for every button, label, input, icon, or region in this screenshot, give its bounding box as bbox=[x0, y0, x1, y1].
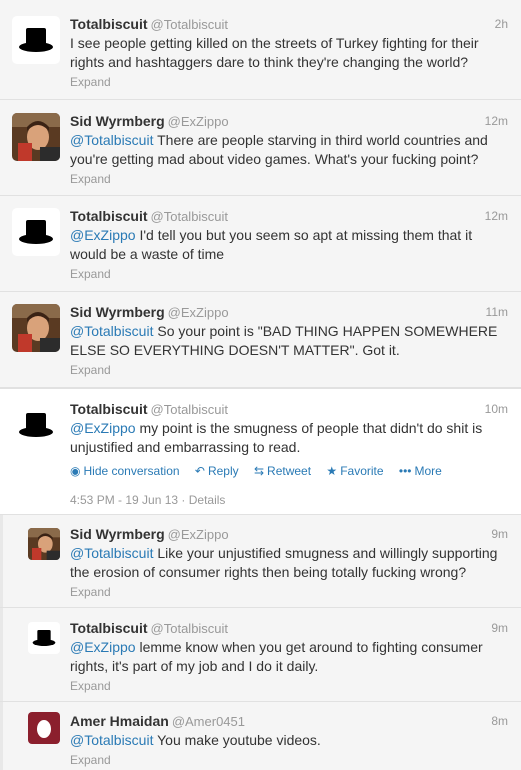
favorite-button[interactable]: ★ Favorite bbox=[326, 464, 383, 478]
author-name[interactable]: Sid Wyrmberg bbox=[70, 526, 165, 542]
avatar-photo[interactable] bbox=[12, 304, 60, 352]
avatar-top-hat[interactable] bbox=[28, 622, 60, 654]
reply-thread-bar bbox=[0, 515, 3, 607]
tweet-timestamp[interactable]: 8m bbox=[491, 712, 508, 730]
tweet-timestamp[interactable]: 11m bbox=[486, 303, 508, 321]
hide-conversation-button[interactable]: ◉ Hide conversation bbox=[70, 464, 180, 478]
tweet-text: @ExZippo lemme know when you get around … bbox=[70, 638, 511, 676]
tweet[interactable]: Totalbiscuit @Totalbiscuit 2h I see people… bbox=[0, 0, 521, 100]
tweet-timestamp[interactable]: 9m bbox=[491, 525, 508, 543]
author-name[interactable]: Amer Hmaidan bbox=[70, 713, 169, 729]
author-handle[interactable]: @Amer0451 bbox=[172, 714, 245, 729]
expand-link[interactable]: Expand bbox=[70, 171, 511, 187]
tweet[interactable]: Sid Wyrmberg @ExZippo 12m @Totalbiscuit Th… bbox=[0, 100, 521, 196]
author-name[interactable]: Totalbiscuit bbox=[70, 208, 148, 224]
expand-link[interactable]: Expand bbox=[70, 752, 511, 768]
avatar-top-hat[interactable] bbox=[12, 401, 60, 449]
author-name[interactable]: Sid Wyrmberg bbox=[70, 113, 165, 129]
reply-arrow-icon: ↶ bbox=[194, 464, 205, 478]
mention-link[interactable]: @ExZippo bbox=[70, 420, 136, 436]
author-handle[interactable]: @Totalbiscuit bbox=[151, 621, 229, 636]
retweet-button[interactable]: ⇆ Retweet bbox=[254, 464, 311, 478]
star-icon: ★ bbox=[326, 464, 338, 478]
mention-link[interactable]: @Totalbiscuit bbox=[70, 323, 153, 339]
tweet-text: @ExZippo my point is the smugness of peo… bbox=[70, 419, 511, 457]
mention-link[interactable]: @Totalbiscuit bbox=[70, 732, 153, 748]
tweet-timestamp[interactable]: 2h bbox=[495, 15, 508, 33]
author-handle[interactable]: @ExZippo bbox=[168, 114, 229, 129]
tweet-text: @Totalbiscuit There are people starving … bbox=[70, 131, 511, 169]
favorite-label: Favorite bbox=[340, 464, 384, 478]
author-name[interactable]: Totalbiscuit bbox=[70, 401, 148, 417]
tweet-text: @Totalbiscuit Like your unjustified smug… bbox=[70, 544, 511, 582]
tweet-timestamp[interactable]: 9m bbox=[491, 619, 508, 637]
tweet-body: I see people getting killed on the stree… bbox=[70, 35, 479, 70]
tweet-text: @Totalbiscuit So your point is "BAD THIN… bbox=[70, 322, 511, 360]
mention-link[interactable]: @ExZippo bbox=[70, 227, 136, 243]
tweet-text: @ExZippo I'd tell you but you seem so ap… bbox=[70, 226, 511, 264]
tweet-timestamp[interactable]: 12m bbox=[485, 207, 508, 225]
author-name[interactable]: Totalbiscuit bbox=[70, 620, 148, 636]
retweet-icon: ⇆ bbox=[253, 464, 265, 478]
author-handle[interactable]: @ExZippo bbox=[168, 305, 229, 320]
reply-tweet[interactable]: Sid Wyrmberg @ExZippo 9m @Totalbiscuit Lik… bbox=[0, 515, 521, 608]
tweet-meta-details[interactable]: 4:53 PM - 19 Jun 13 · Details bbox=[70, 493, 511, 507]
avatar-photo[interactable] bbox=[28, 528, 60, 560]
mention-link[interactable]: @ExZippo bbox=[70, 639, 136, 655]
expand-link[interactable]: Expand bbox=[70, 266, 511, 282]
tweet-text: @Totalbiscuit You make youtube videos. bbox=[70, 731, 511, 750]
author-handle[interactable]: @Totalbiscuit bbox=[151, 402, 229, 417]
retweet-label: Retweet bbox=[267, 464, 312, 478]
more-dots-icon: ••• bbox=[398, 464, 412, 478]
expand-link[interactable]: Expand bbox=[70, 362, 511, 378]
tweet-text: I see people getting killed on the stree… bbox=[70, 34, 511, 72]
reply-tweet[interactable]: Totalbiscuit @Totalbiscuit 9m @ExZippo lem… bbox=[0, 608, 521, 702]
tweet-actions: ◉ Hide conversation ↶ Reply ⇆ Retweet ★ Favo… bbox=[70, 463, 511, 479]
reply-thread-bar bbox=[0, 608, 3, 701]
tweet[interactable]: Sid Wyrmberg @ExZippo 11m @Totalbiscuit So… bbox=[0, 292, 521, 388]
more-label: More bbox=[414, 464, 442, 478]
avatar-top-hat[interactable] bbox=[12, 16, 60, 64]
author-name[interactable]: Totalbiscuit bbox=[70, 16, 148, 32]
tweet-timestamp[interactable]: 12m bbox=[485, 112, 508, 130]
hide-conversation-label: Hide conversation bbox=[83, 464, 180, 478]
tweet[interactable]: Totalbiscuit @Totalbiscuit 12m @ExZippo I'… bbox=[0, 196, 521, 292]
tweet-body: You make youtube videos. bbox=[153, 732, 321, 748]
author-handle[interactable]: @Totalbiscuit bbox=[151, 209, 229, 224]
expand-link[interactable]: Expand bbox=[70, 584, 511, 600]
avatar-egg[interactable] bbox=[28, 712, 60, 744]
mention-link[interactable]: @Totalbiscuit bbox=[70, 545, 153, 561]
avatar-top-hat[interactable] bbox=[12, 208, 60, 256]
reply-label: Reply bbox=[207, 464, 239, 478]
expand-link[interactable]: Expand bbox=[70, 678, 511, 694]
conversation-timeline: Totalbiscuit @Totalbiscuit 2h I see people… bbox=[0, 0, 521, 770]
tweet-timestamp[interactable]: 10m bbox=[485, 400, 508, 418]
more-button[interactable]: ••• More bbox=[399, 464, 442, 478]
avatar-photo[interactable] bbox=[12, 113, 60, 161]
author-handle[interactable]: @ExZippo bbox=[168, 527, 229, 542]
author-name[interactable]: Sid Wyrmberg bbox=[70, 304, 165, 320]
focused-tweet[interactable]: Totalbiscuit @Totalbiscuit 10m @ExZippo my… bbox=[0, 388, 521, 515]
reply-tweet[interactable]: Amer Hmaidan @Amer0451 8m @Totalbiscuit Yo… bbox=[0, 702, 521, 770]
mention-link[interactable]: @Totalbiscuit bbox=[70, 132, 153, 148]
reply-thread-bar bbox=[0, 702, 3, 770]
expand-link[interactable]: Expand bbox=[70, 74, 511, 90]
author-handle[interactable]: @Totalbiscuit bbox=[151, 17, 229, 32]
speech-bubble-icon: ◉ bbox=[70, 464, 81, 478]
reply-button[interactable]: ↶ Reply bbox=[195, 464, 239, 478]
